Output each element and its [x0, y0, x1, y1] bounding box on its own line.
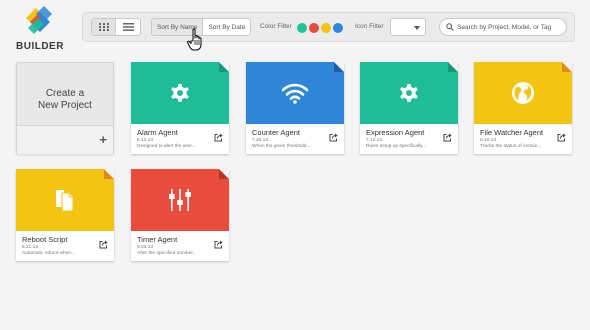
card-header	[360, 62, 458, 124]
chevron-down-icon	[414, 26, 420, 30]
project-description: Tracks the status of certain...	[480, 144, 542, 149]
create-project-title: Create a New Project	[38, 88, 92, 111]
sort-by-date-button[interactable]: Sort By Date	[203, 19, 250, 35]
toolbar: Sort By Name Sort By Date Color Filter I…	[82, 12, 575, 42]
card-header	[131, 169, 229, 231]
project-name: Expression Agent	[366, 128, 425, 137]
search-input[interactable]	[457, 20, 563, 34]
grid-view-button[interactable]	[92, 19, 117, 35]
share-icon[interactable]	[329, 133, 338, 142]
project-card-alarm-agent[interactable]: Alarm Agent 6.12.13 Designed to alert th…	[131, 62, 229, 154]
color-filter-green[interactable]	[297, 23, 307, 33]
project-card-timer-agent[interactable]: Timer Agent 9.03.13 After the specified …	[131, 169, 229, 261]
folded-corner	[334, 62, 344, 72]
share-icon[interactable]	[99, 240, 108, 249]
project-description: When the given threshold...	[252, 144, 311, 149]
wifi-icon	[281, 83, 309, 104]
project-date: 6.12.13	[137, 138, 154, 143]
project-name: File Watcher Agent	[480, 128, 544, 137]
share-icon[interactable]	[443, 133, 452, 142]
icon-filter-label: Icon Filter	[355, 23, 384, 30]
hand-cursor-icon	[187, 28, 202, 51]
project-name: Counter Agent	[252, 128, 300, 137]
project-date: 9.03.13	[137, 245, 154, 250]
card-header	[474, 62, 572, 124]
share-icon[interactable]	[557, 133, 566, 142]
project-date: 7.26.13	[252, 138, 269, 143]
project-date: 6.10.13	[480, 138, 497, 143]
icon-filter-select[interactable]	[390, 18, 426, 36]
search-box	[439, 18, 567, 36]
project-date: 7.12.13	[366, 138, 383, 143]
project-description: Rules setup up specifically...	[366, 144, 427, 149]
project-date: 6.21.13	[22, 245, 39, 250]
share-icon[interactable]	[214, 133, 223, 142]
globe-icon	[512, 82, 534, 104]
project-name: Alarm Agent	[137, 128, 178, 137]
gear-icon	[171, 84, 189, 102]
create-project-card[interactable]: Create a New Project +	[16, 62, 114, 154]
card-header	[131, 62, 229, 124]
folded-corner	[104, 169, 114, 179]
documents-icon	[56, 190, 74, 212]
color-filter-yellow[interactable]	[321, 23, 331, 33]
view-toggle	[91, 18, 141, 36]
project-card-counter-agent[interactable]: Counter Agent 7.26.13 When the given thr…	[246, 62, 344, 154]
sliders-icon	[169, 189, 191, 211]
color-filter-blue[interactable]	[333, 23, 343, 33]
color-filter-label: Color Filter	[260, 23, 292, 30]
card-header	[16, 169, 114, 231]
project-description: After the specified number...	[137, 251, 197, 256]
folded-corner	[219, 62, 229, 72]
folded-corner	[219, 169, 229, 179]
search-icon	[446, 23, 454, 31]
grid-icon	[98, 23, 109, 31]
app-name: BUILDER	[16, 41, 64, 52]
list-view-button[interactable]	[116, 19, 140, 35]
card-header	[246, 62, 344, 124]
gear-icon	[400, 84, 418, 102]
project-card-expression-agent[interactable]: Expression Agent 7.12.13 Rules setup up …	[360, 62, 458, 154]
create-project-footer: +	[17, 125, 113, 154]
color-filter-red[interactable]	[309, 23, 319, 33]
share-icon[interactable]	[214, 240, 223, 249]
builder-logo-icon	[26, 6, 52, 34]
project-card-file-watcher-agent[interactable]: File Watcher Agent 6.10.13 Tracks the st…	[474, 62, 572, 154]
folded-corner	[448, 62, 458, 72]
project-card-reboot-script[interactable]: Reboot Script 6.21.13 Automatic reboot w…	[16, 169, 114, 261]
plus-icon[interactable]: +	[99, 133, 107, 146]
app-logo: BUILDER	[16, 4, 64, 52]
folded-corner	[562, 62, 572, 72]
project-description: Designed to alert the user...	[137, 144, 196, 149]
project-name: Reboot Script	[22, 235, 68, 244]
project-name: Timer Agent	[137, 235, 178, 244]
project-description: Automatic reboot when...	[22, 251, 76, 256]
list-icon	[122, 23, 134, 31]
